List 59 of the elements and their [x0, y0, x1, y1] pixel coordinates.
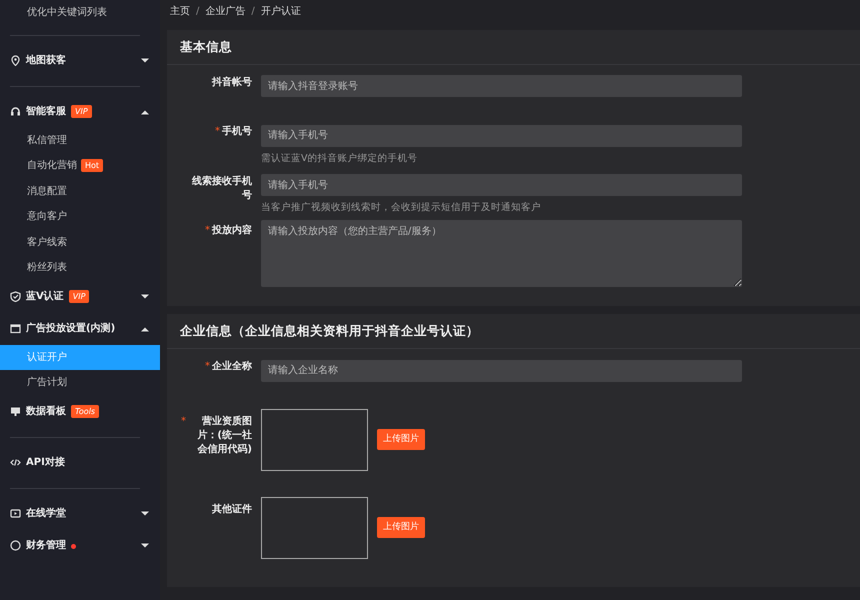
- caret-icon[interactable]: [140, 58, 150, 64]
- required-asterisk: *: [215, 125, 220, 140]
- menu-group-label[interactable]: 地图获客: [26, 53, 66, 68]
- section-title: 基本信息: [167, 30, 860, 65]
- field-label: 线索接收手机号: [190, 174, 252, 203]
- menu-group-label[interactable]: API对接: [26, 455, 65, 470]
- breadcrumb-separator: /: [251, 4, 255, 18]
- caret-icon[interactable]: [140, 108, 150, 114]
- caret-icon[interactable]: [140, 294, 150, 300]
- window-icon: [10, 323, 21, 334]
- menu-badge: Tools: [71, 405, 100, 418]
- breadcrumb-link[interactable]: 开户认证: [260, 4, 301, 18]
- sidebar-item[interactable]: 广告计划: [0, 370, 160, 396]
- menu-badge: VIP: [71, 105, 92, 118]
- input-field[interactable]: 请输入手机号: [261, 174, 742, 196]
- location-pin-icon: [10, 55, 21, 66]
- code-icon: [10, 457, 21, 468]
- caret-icon[interactable]: [140, 510, 150, 516]
- menu-group-label[interactable]: 广告投放设置(内测): [26, 321, 116, 336]
- caret-icon[interactable]: [140, 542, 150, 548]
- required-asterisk: *: [205, 360, 210, 374]
- required-asterisk: *: [205, 224, 210, 238]
- required-asterisk: *: [181, 414, 186, 428]
- breadcrumb-link[interactable]: 主页: [170, 4, 190, 18]
- caret-icon[interactable]: [140, 326, 150, 332]
- field-label: 其他证件: [212, 502, 252, 516]
- menu-group-label[interactable]: 在线学堂: [26, 506, 66, 521]
- textarea-field[interactable]: 请输入投放内容（您的主营产品/服务）: [261, 220, 742, 288]
- field-label: 投放内容: [212, 224, 252, 238]
- menu-group-label[interactable]: 蓝V认证: [26, 289, 64, 304]
- input-field[interactable]: 请输入抖音登录账号: [261, 75, 742, 98]
- hint-text: 需认证蓝V的抖音账户绑定的手机号: [261, 152, 418, 164]
- sidebar-item-label: 自动化营销: [27, 158, 77, 174]
- hot-badge: Hot: [81, 159, 104, 172]
- video-icon: [10, 508, 21, 519]
- menu-group-label[interactable]: 智能客服: [26, 104, 66, 119]
- coin-icon: [10, 540, 21, 551]
- breadcrumb-separator: /: [196, 4, 200, 18]
- monitor-icon: [10, 406, 21, 417]
- shield-icon: [10, 291, 21, 302]
- menu-badge: VIP: [68, 290, 90, 303]
- field-label: 抖音帐号: [212, 76, 252, 90]
- section-title: 企业信息（企业信息相关资料用于抖音企业号认证）: [167, 314, 860, 349]
- sidebar-item[interactable]: 意向客户: [0, 204, 160, 230]
- sidebar-item[interactable]: 粉丝列表: [0, 255, 160, 280]
- field-label: 手机号: [222, 125, 252, 140]
- breadcrumb-link[interactable]: 企业广告: [205, 4, 246, 18]
- sidebar-item[interactable]: 客户线索: [0, 230, 160, 255]
- sidebar-item[interactable]: 私信管理: [0, 128, 160, 153]
- input-field[interactable]: 请输入手机号: [261, 124, 742, 147]
- input-field[interactable]: 请输入企业名称: [261, 360, 742, 382]
- menu-group-label[interactable]: 财务管理: [26, 538, 66, 553]
- field-label: 营业资质图片：(统一社会信用代码): [196, 414, 252, 456]
- headset-icon: [10, 106, 21, 117]
- sidebar-item[interactable]: 消息配置: [0, 178, 160, 204]
- sidebar-item[interactable]: 优化中关键词列表: [0, 0, 160, 26]
- hint-text: 当客户推广视频收到线索时，会收到提示短信用于及时通知客户: [261, 201, 542, 214]
- menu-group-label[interactable]: 数据看板: [26, 404, 66, 419]
- field-label: 企业全称: [212, 360, 252, 374]
